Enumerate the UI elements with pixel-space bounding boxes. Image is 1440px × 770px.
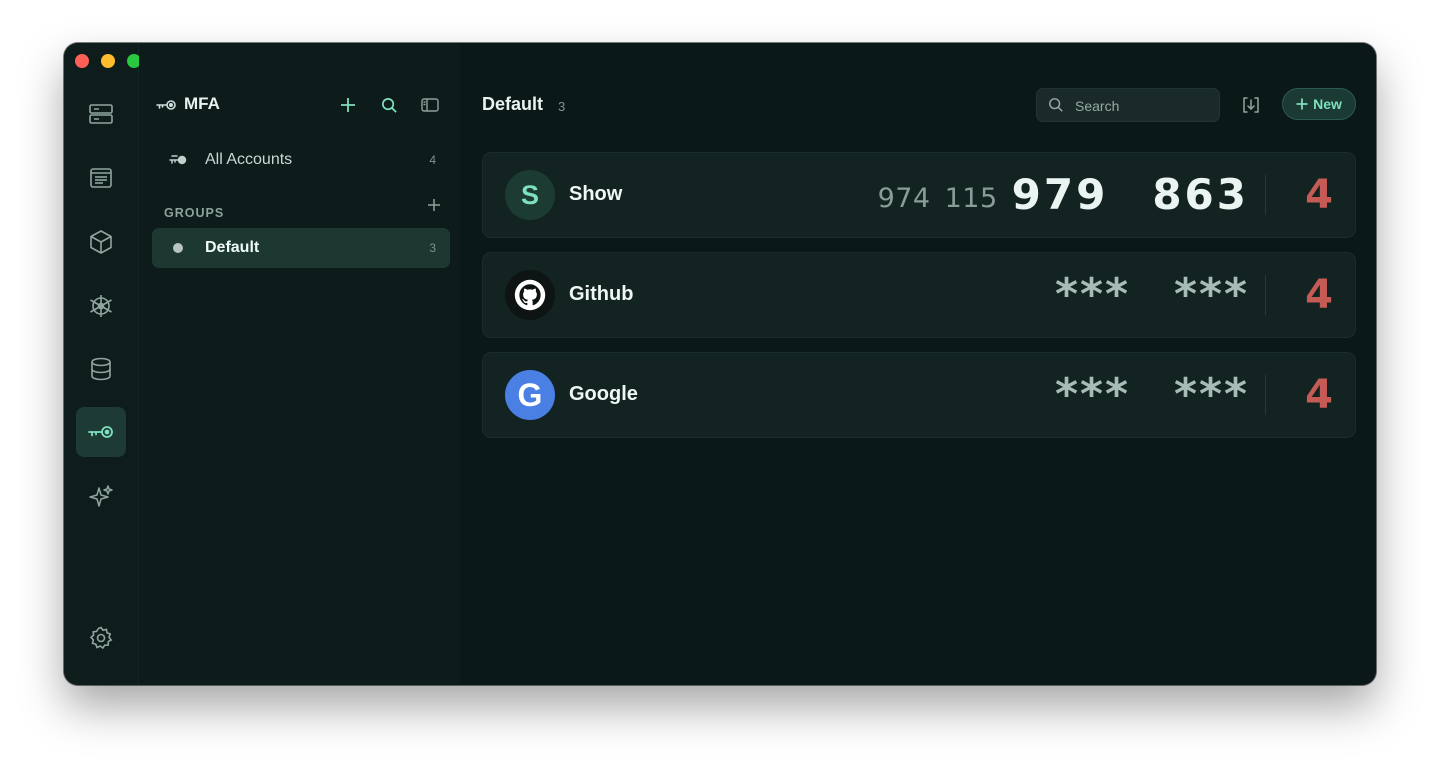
- masked-code-part: ***: [1173, 368, 1249, 420]
- divider: [1265, 375, 1266, 415]
- rail-item-mfa[interactable]: [76, 407, 126, 457]
- account-card-google[interactable]: G Google *** *** 4: [482, 352, 1356, 438]
- account-card-github[interactable]: Github *** *** 4: [482, 252, 1356, 338]
- previous-code-part: 115: [944, 182, 998, 214]
- key-icon: [156, 100, 176, 110]
- divider: [1265, 275, 1266, 315]
- sidebar: MFA All Accounts 4 GROUPS Default 3: [139, 43, 459, 685]
- account-name: Show: [569, 183, 623, 205]
- masked-code-part: ***: [1173, 268, 1249, 320]
- keys-icon: [169, 155, 187, 165]
- otp-codes[interactable]: *** ***: [1054, 268, 1249, 320]
- page-title: Default: [482, 94, 544, 114]
- sidebar-item-label: All Accounts: [205, 151, 293, 168]
- minimize-window-button[interactable]: [101, 54, 115, 68]
- add-account-button[interactable]: [336, 93, 360, 117]
- otp-codes[interactable]: 974 115 979 863: [878, 169, 1249, 219]
- search-icon: [381, 97, 397, 113]
- rail-item-packages[interactable]: [76, 217, 126, 267]
- account-count: 3: [558, 99, 566, 114]
- search-icon: [1049, 98, 1063, 112]
- avatar-initial: G: [517, 376, 543, 413]
- sidebar-item-default-group[interactable]: Default 3: [152, 228, 450, 268]
- countdown-timer: 4: [1305, 372, 1333, 418]
- new-button-label: New: [1313, 96, 1342, 112]
- countdown-timer: 4: [1305, 272, 1333, 318]
- divider: [1265, 175, 1266, 215]
- key-icon: [88, 426, 113, 438]
- search-input[interactable]: [1073, 89, 1217, 123]
- avatar-initial: S: [520, 179, 539, 210]
- database-icon: [91, 357, 111, 381]
- package-icon: [90, 230, 112, 254]
- account-name: Google: [569, 383, 638, 405]
- rail-item-ai[interactable]: [76, 472, 126, 522]
- sidebar-item-count: 4: [429, 153, 436, 167]
- masked-code-part: ***: [1054, 268, 1130, 320]
- avatar: [505, 270, 555, 320]
- avatar: S: [505, 170, 555, 220]
- helm-icon: [90, 295, 112, 317]
- group-dot-icon: [173, 243, 183, 253]
- current-code-part: 863: [1152, 169, 1249, 219]
- toggle-sidebar-button[interactable]: [418, 93, 442, 117]
- avatar: G: [505, 370, 555, 420]
- sidebar-search-button[interactable]: [377, 93, 401, 117]
- rail-item-database[interactable]: [76, 344, 126, 394]
- document-icon: [90, 168, 112, 188]
- rail-item-documents[interactable]: [76, 153, 126, 203]
- gear-icon: [89, 626, 113, 650]
- account-name: Github: [569, 283, 634, 305]
- sidebar-item-count: 3: [429, 241, 436, 255]
- window-controls: [75, 54, 141, 68]
- sidebar-toggle-icon: [421, 98, 439, 112]
- rail-item-settings[interactable]: [76, 613, 126, 663]
- search-box[interactable]: [1036, 88, 1220, 123]
- close-window-button[interactable]: [75, 54, 89, 68]
- previous-code-part: 974: [877, 182, 931, 214]
- sidebar-item-all-accounts[interactable]: All Accounts 4: [152, 140, 450, 180]
- sidebar-header: MFA: [155, 93, 451, 117]
- rail-item-kubernetes[interactable]: [76, 281, 126, 331]
- app-window: MFA All Accounts 4 GROUPS Default 3 Defa…: [64, 43, 1376, 685]
- masked-code-part: ***: [1054, 368, 1130, 420]
- rail-item-servers[interactable]: [76, 89, 126, 139]
- app-title: MFA: [184, 94, 220, 113]
- add-group-button[interactable]: [424, 195, 444, 215]
- github-icon: [514, 279, 546, 311]
- account-card-show[interactable]: S Show 974 115 979 863 4: [482, 152, 1356, 238]
- countdown-timer: 4: [1305, 172, 1333, 218]
- server-icon: [89, 104, 113, 124]
- sidebar-item-label: Default: [205, 239, 260, 256]
- plus-icon: [341, 98, 355, 112]
- groups-heading: GROUPS: [164, 206, 225, 220]
- new-account-button[interactable]: New: [1282, 88, 1356, 120]
- otp-codes[interactable]: *** ***: [1054, 368, 1249, 420]
- sync-icon[interactable]: [1240, 94, 1262, 116]
- current-code-part: 979: [1011, 169, 1109, 219]
- icon-rail: [64, 43, 139, 685]
- main-panel: Default 3 New S Show 974 115 979 863: [460, 43, 1376, 685]
- sparkle-icon: [89, 485, 113, 507]
- plus-icon: [1296, 98, 1308, 110]
